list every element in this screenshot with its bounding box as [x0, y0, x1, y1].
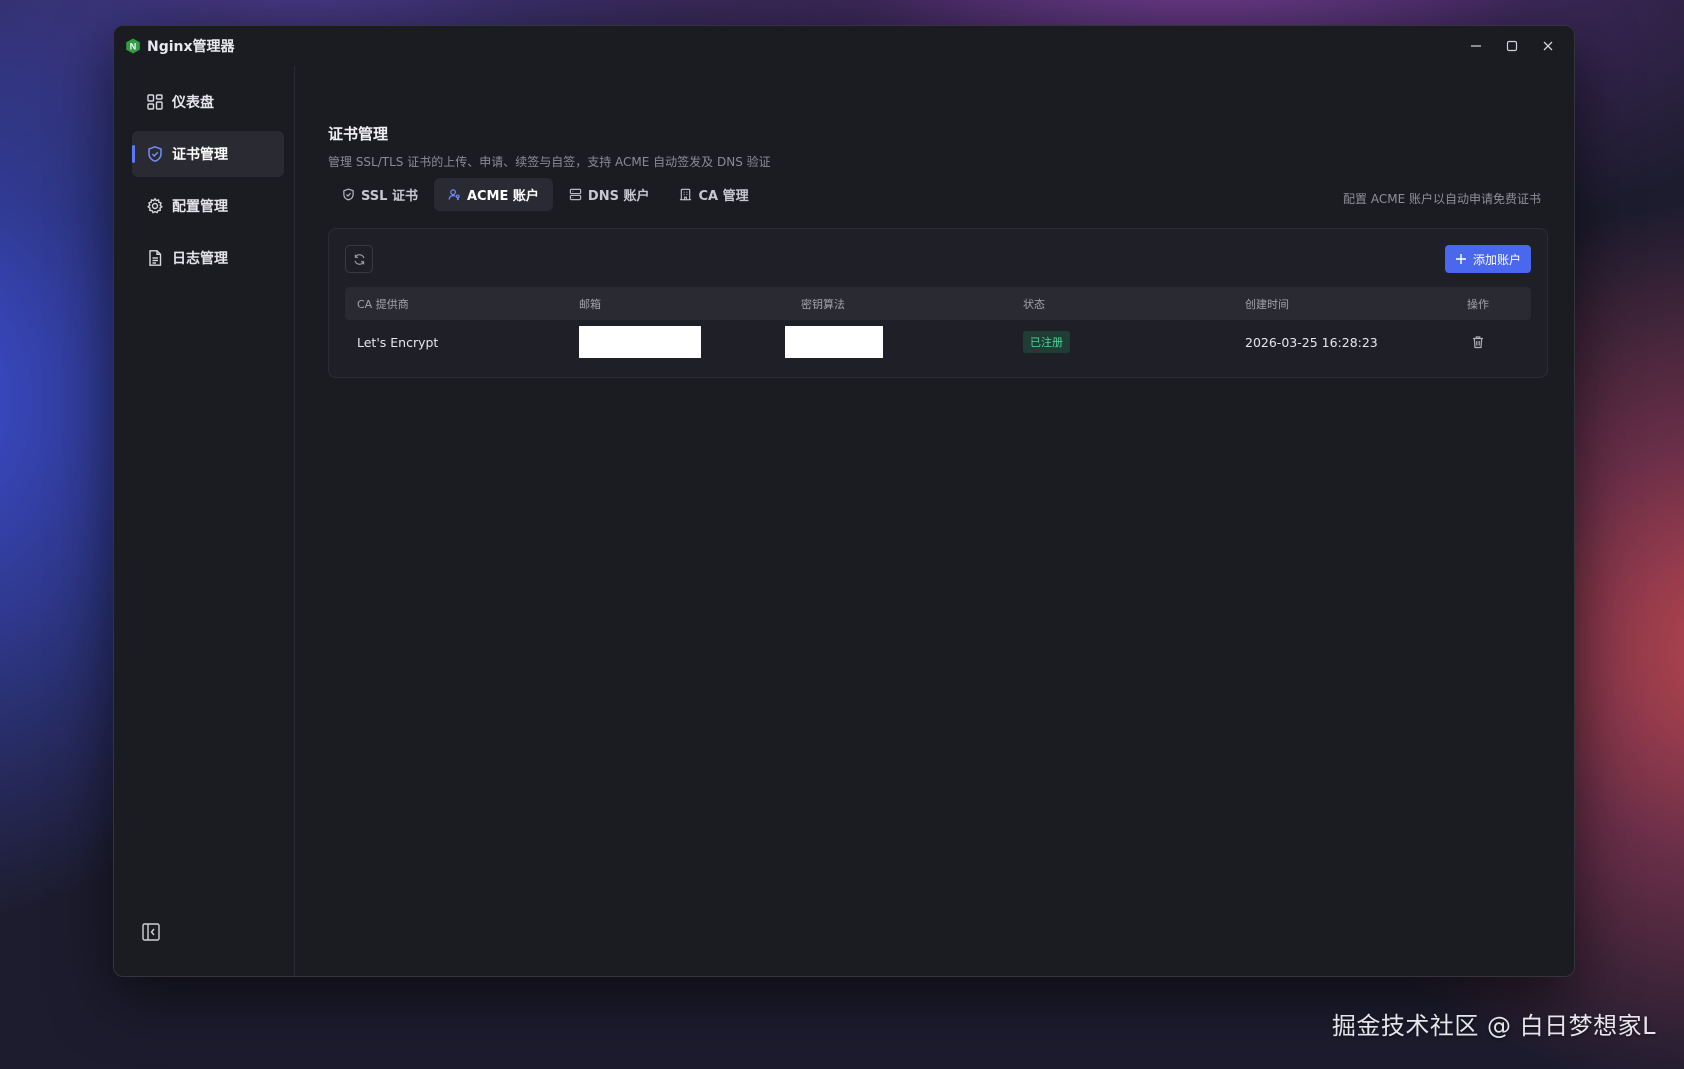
page-title: 证书管理	[328, 125, 389, 143]
cell-created: 2026-03-25 16:28:23	[1245, 334, 1378, 350]
cell-provider: Let's Encrypt	[357, 334, 439, 350]
column-header-email: 邮箱	[579, 297, 601, 311]
server-icon	[569, 188, 582, 201]
app-window: N Nginx管理器 仪表盘 证书管理 配置管理 日志管理 证书管理 管理 SS…	[113, 25, 1575, 977]
cell-algorithm-redacted	[785, 326, 883, 358]
building-icon	[680, 188, 692, 201]
minimize-button[interactable]	[1458, 32, 1494, 60]
sidebar-item-label: 仪表盘	[172, 95, 214, 111]
sidebar-collapse-icon	[142, 923, 160, 941]
cell-email-redacted	[579, 326, 701, 358]
user-key-icon	[448, 189, 460, 201]
tab-acme-accounts[interactable]: ACME 账户	[433, 178, 553, 211]
sidebar: 仪表盘 证书管理 配置管理 日志管理	[114, 66, 295, 976]
sidebar-item-dashboard[interactable]: 仪表盘	[132, 79, 284, 125]
column-header-key-algorithm: 密钥算法	[801, 297, 845, 311]
maximize-button[interactable]	[1494, 32, 1530, 60]
refresh-button[interactable]	[345, 245, 373, 273]
table-row: Let's Encrypt 已注册 2026-03-25 16:28:23	[345, 320, 1531, 364]
svg-text:N: N	[130, 41, 137, 51]
nginx-logo-icon: N	[126, 38, 140, 54]
add-account-label: 添加账户	[1472, 252, 1521, 267]
status-badge: 已注册	[1023, 331, 1070, 353]
column-header-actions: 操作	[1467, 297, 1489, 311]
sidebar-item-label: 证书管理	[172, 147, 228, 163]
tab-label: ACME 账户	[466, 189, 539, 204]
dashboard-icon	[146, 93, 164, 111]
table-header: CA 提供商 邮箱 密钥算法 状态 创建时间 操作	[345, 287, 1531, 320]
add-account-button[interactable]: 添加账户	[1444, 245, 1531, 273]
tab-bar: SSL 证书 ACME 账户 DNS 账户 CA 管理	[328, 178, 765, 211]
tab-hint-text: 配置 ACME 账户以自动申请免费证书	[1343, 192, 1541, 206]
acme-accounts-table: CA 提供商 邮箱 密钥算法 状态 创建时间 操作 Let's Encrypt …	[345, 287, 1531, 364]
tab-label: DNS 账户	[587, 189, 650, 204]
sidebar-item-certificates[interactable]: 证书管理	[132, 131, 284, 177]
main-content: 证书管理 管理 SSL/TLS 证书的上传、申请、续签与自签，支持 ACME 自…	[295, 66, 1574, 976]
page-subtitle: 管理 SSL/TLS 证书的上传、申请、续签与自签，支持 ACME 自动签发及 …	[328, 155, 771, 169]
sidebar-item-config[interactable]: 配置管理	[132, 183, 284, 229]
title-bar: N Nginx管理器	[114, 26, 1574, 66]
sidebar-item-label: 日志管理	[172, 251, 228, 267]
refresh-icon	[354, 253, 364, 265]
sidebar-item-label: 配置管理	[172, 199, 228, 215]
tab-ssl-certificates[interactable]: SSL 证书	[328, 178, 432, 211]
column-header-status: 状态	[1023, 297, 1045, 311]
close-button[interactable]	[1530, 32, 1566, 60]
gear-icon	[146, 197, 164, 215]
column-header-created: 创建时间	[1245, 297, 1289, 311]
tab-ca-management[interactable]: CA 管理	[665, 178, 762, 211]
plus-icon	[1455, 254, 1466, 264]
shield-icon	[343, 188, 354, 201]
document-icon	[146, 249, 164, 267]
app-title: Nginx管理器	[147, 39, 235, 55]
shield-icon	[146, 145, 164, 163]
watermark: 掘金技术社区 @ 白日梦想家L	[1331, 1012, 1656, 1040]
close-icon	[1543, 41, 1553, 51]
trash-icon	[1473, 336, 1483, 349]
acme-accounts-card: 添加账户 CA 提供商 邮箱 密钥算法 状态 创建时间 操作 Let's Enc…	[328, 228, 1548, 378]
tab-dns-accounts[interactable]: DNS 账户	[555, 178, 664, 211]
minimize-icon	[1471, 45, 1481, 47]
sidebar-item-logs[interactable]: 日志管理	[132, 235, 284, 281]
tab-label: SSL 证书	[361, 189, 418, 204]
delete-button[interactable]	[1471, 335, 1485, 349]
column-header-provider: CA 提供商	[357, 297, 409, 311]
maximize-icon	[1506, 40, 1518, 52]
tab-label: CA 管理	[698, 189, 749, 204]
collapse-sidebar-button[interactable]	[141, 922, 161, 942]
